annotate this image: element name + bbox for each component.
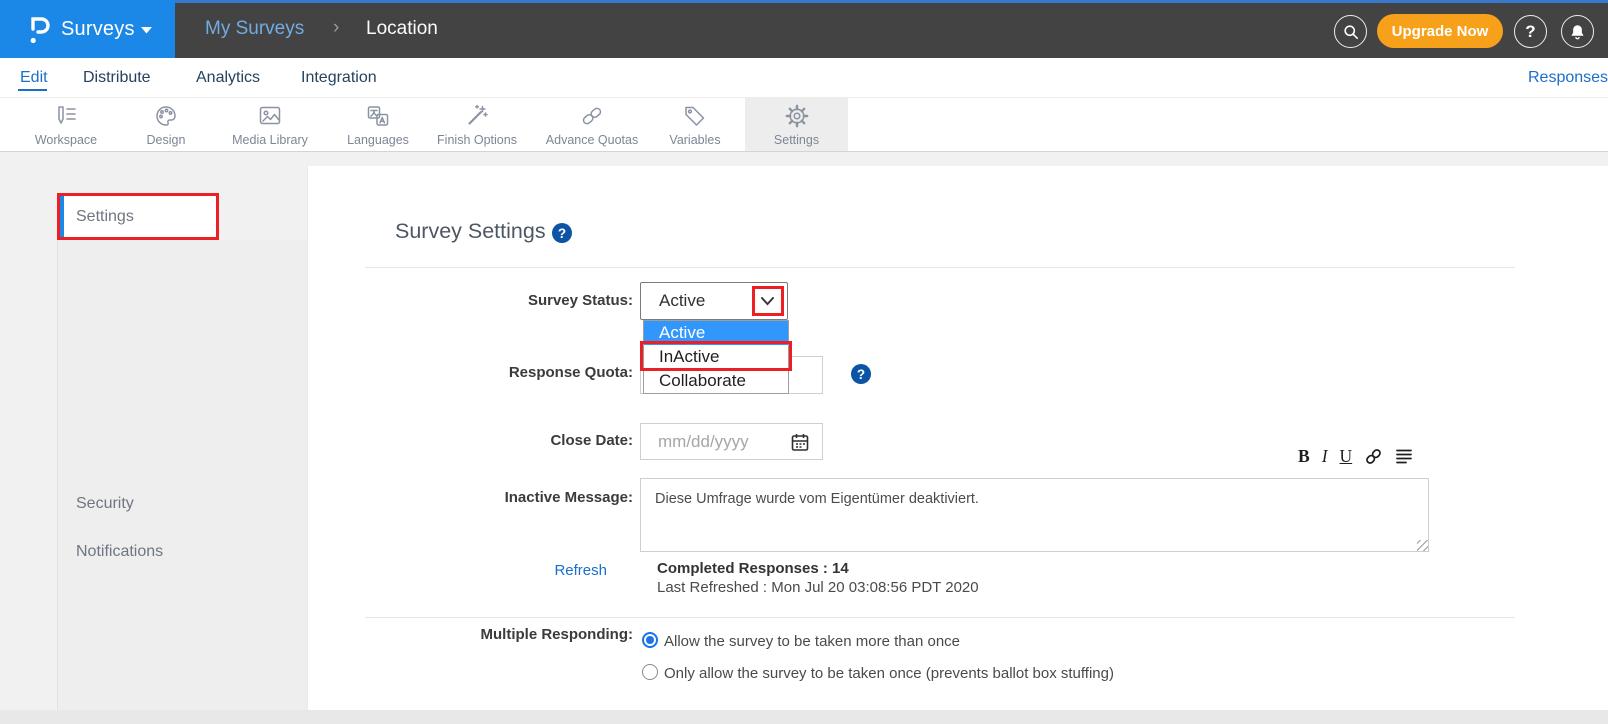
inactive-message-label: Inactive Message: — [330, 489, 633, 506]
product-menu[interactable]: Surveys — [0, 0, 175, 58]
survey-nav-tabs: Edit Distribute Analytics Integration Re… — [0, 58, 1608, 97]
search-button[interactable] — [1334, 15, 1367, 48]
breadcrumb-current-survey: Location — [366, 0, 438, 58]
help-button[interactable]: ? — [1514, 15, 1547, 48]
languages-icon — [365, 103, 391, 129]
radio-selected-dot — [646, 636, 654, 644]
toolbar-item-design[interactable]: Design — [116, 98, 216, 151]
inactive-message-textarea[interactable]: Diese Umfrage wurde vom Eigentümer deakt… — [640, 478, 1429, 552]
workspace-icon — [53, 103, 79, 129]
product-name: Surveys — [61, 0, 135, 58]
last-refreshed-text: Last Refreshed : Mon Jul 20 03:08:56 PDT… — [657, 579, 979, 596]
toolbar-item-workspace[interactable]: Workspace — [16, 98, 116, 151]
response-quota-help-icon[interactable]: ? — [851, 364, 871, 384]
completed-responses-text: Completed Responses : 14 — [657, 560, 849, 577]
toolbar-item-advance-quotas[interactable]: Advance Quotas — [532, 98, 652, 151]
toolbar-item-label: Variables — [669, 133, 720, 147]
close-date-label: Close Date: — [330, 432, 633, 449]
tab-integration[interactable]: Integration — [301, 58, 377, 97]
chevron-down-icon — [141, 27, 152, 34]
toolbar-item-variables[interactable]: Variables — [645, 98, 745, 151]
tab-edit[interactable]: Edit — [20, 58, 48, 97]
link-icon[interactable] — [1364, 447, 1383, 466]
toolbar-item-label: Settings — [774, 133, 819, 147]
finish-options-icon — [464, 103, 490, 129]
questionpro-settings-page: Surveys My Surveys › Location Upgrade No… — [0, 0, 1608, 724]
toolbar-item-label: Languages — [347, 133, 409, 147]
page-title: Survey Settings — [395, 219, 546, 244]
sidebar-item-settings[interactable]: Settings — [60, 196, 216, 237]
close-date-field — [640, 423, 823, 460]
settings-icon — [784, 103, 810, 129]
divider — [365, 267, 1515, 268]
media-library-icon — [257, 103, 283, 129]
toolbar-item-settings[interactable]: Settings — [745, 98, 848, 151]
toolbar-item-label: Media Library — [232, 133, 308, 147]
toolbar-item-media-library[interactable]: Media Library — [215, 98, 325, 151]
variables-icon — [682, 103, 708, 129]
survey-status-label: Survey Status: — [330, 292, 633, 309]
toolbar-item-label: Design — [147, 133, 186, 147]
search-icon — [1341, 22, 1361, 42]
dropdown-option-inactive[interactable]: InActive — [644, 345, 788, 369]
response-quota-label: Response Quota: — [330, 364, 633, 381]
radio-only-once-label[interactable]: Only allow the survey to be taken once (… — [664, 665, 1114, 682]
survey-status-value: Active — [659, 283, 705, 319]
notifications-button[interactable] — [1561, 15, 1594, 48]
annotation-box-settings: Settings — [57, 193, 219, 240]
toolbar-item-label: Workspace — [35, 133, 97, 147]
sidebar-item-security[interactable]: Security — [76, 495, 134, 513]
active-tab-underline — [18, 89, 47, 91]
sidebar-item-label: Settings — [64, 208, 134, 226]
settings-sidebar: Security Notifications — [57, 240, 307, 710]
top-header-bar: Surveys My Surveys › Location Upgrade No… — [0, 0, 1608, 58]
upgrade-now-button[interactable]: Upgrade Now — [1377, 14, 1503, 48]
toolbar-item-label: Advance Quotas — [546, 133, 638, 147]
breadcrumb-my-surveys[interactable]: My Surveys — [205, 0, 304, 58]
radio-only-once[interactable] — [642, 664, 658, 680]
sidebar-item-notifications[interactable]: Notifications — [76, 543, 163, 561]
calendar-icon[interactable] — [790, 432, 810, 453]
multiple-responding-label: Multiple Responding: — [330, 626, 633, 643]
refresh-link[interactable]: Refresh — [330, 562, 607, 579]
underline-button[interactable]: U — [1340, 446, 1353, 466]
survey-status-dropdown: Active InActive Collaborate — [643, 320, 789, 394]
survey-status-select[interactable]: Active — [640, 282, 788, 320]
radio-allow-multiple[interactable] — [642, 632, 658, 648]
divider — [365, 617, 1515, 618]
dropdown-option-active[interactable]: Active — [644, 321, 788, 345]
advance-quotas-icon — [579, 103, 605, 129]
dropdown-option-collaborate[interactable]: Collaborate — [644, 369, 788, 393]
edit-toolbar: Workspace Design Media Library Languages… — [0, 97, 1608, 152]
toolbar-item-languages[interactable]: Languages — [328, 98, 428, 151]
survey-settings-help-icon[interactable]: ? — [552, 223, 572, 243]
responses-link[interactable]: Responses — [1528, 58, 1608, 97]
text-editor-toolbar: B I U — [1298, 445, 1413, 467]
questionpro-logo-icon — [27, 12, 52, 47]
chevron-down-icon — [761, 297, 774, 306]
toolbar-item-finish-options[interactable]: Finish Options — [422, 98, 532, 151]
bell-icon — [1568, 22, 1587, 42]
align-icon[interactable] — [1395, 447, 1413, 465]
radio-allow-multiple-label[interactable]: Allow the survey to be taken more than o… — [664, 633, 960, 650]
help-icon: ? — [1525, 22, 1535, 42]
bold-button[interactable]: B — [1298, 446, 1310, 466]
toolbar-item-label: Finish Options — [437, 133, 517, 147]
breadcrumb-separator: › — [333, 0, 339, 56]
design-icon — [153, 103, 179, 129]
tab-analytics[interactable]: Analytics — [196, 58, 260, 97]
italic-button[interactable]: I — [1322, 446, 1328, 466]
page-bottom-strip — [0, 710, 1608, 724]
tab-distribute[interactable]: Distribute — [83, 58, 151, 97]
textarea-resize-handle[interactable] — [1417, 540, 1428, 551]
